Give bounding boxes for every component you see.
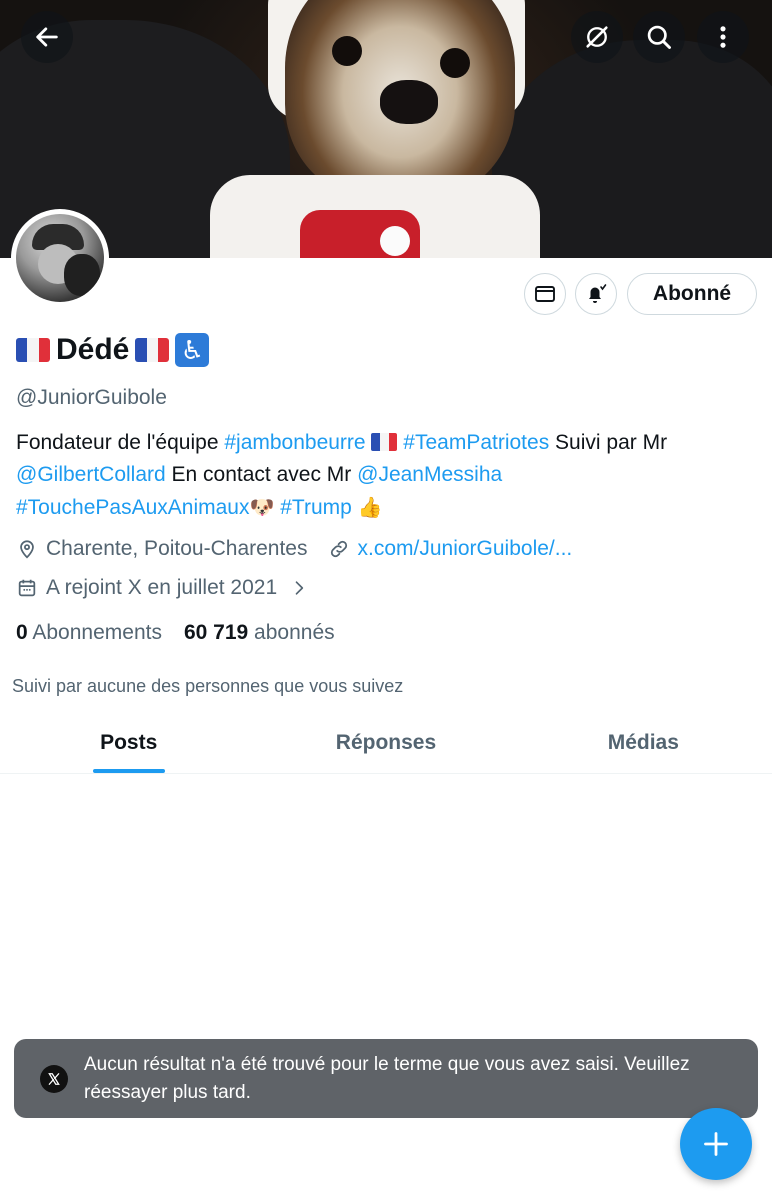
hashtag-link[interactable]: #TeamPatriotes xyxy=(403,431,549,454)
active-tab-indicator xyxy=(92,769,165,773)
profile-bio: Fondateur de l'équipe #jambonbeurre #Tea… xyxy=(16,427,716,524)
tab-media[interactable]: Médias xyxy=(515,718,772,773)
france-flag-icon xyxy=(371,433,398,451)
wheelchair-icon: ♿ xyxy=(175,333,210,367)
avatar-photo xyxy=(16,214,104,302)
mail-icon xyxy=(535,286,555,302)
more-button[interactable] xyxy=(697,11,749,63)
followed-by-text: Suivi par aucune des personnes que vous … xyxy=(12,676,404,696)
thumbs-up-emoji: 👍 xyxy=(357,495,383,519)
tab-replies[interactable]: Réponses xyxy=(257,718,514,773)
followers-count-link[interactable]: 60 719 abonnés xyxy=(184,621,335,645)
profile-meta-location: Charente, Poitou-Charentes x.com/JuniorG… xyxy=(16,537,572,561)
tab-label: Réponses xyxy=(335,731,437,754)
profile-avatar[interactable] xyxy=(11,209,109,307)
avatar-dog xyxy=(64,254,100,296)
bio-text: Fondateur de l'équipe xyxy=(16,431,225,454)
tab-label: Médias xyxy=(607,731,679,754)
followers-count: 60 719 xyxy=(183,621,249,644)
joined-text: A rejoint X en juillet 2021 xyxy=(46,576,278,599)
following-count-link[interactable]: 0 Abonnements xyxy=(16,621,162,645)
calendar-icon xyxy=(18,579,36,597)
dog-emoji: 🐶 xyxy=(249,495,275,519)
banner-dog-eye-right xyxy=(440,48,470,78)
message-button[interactable] xyxy=(524,273,566,315)
bio-text: Suivi par Mr xyxy=(549,431,668,454)
search-button[interactable] xyxy=(633,11,685,63)
location-text: Charente, Poitou-Charentes xyxy=(46,537,308,560)
france-flag-icon xyxy=(135,338,170,362)
hashtag-link[interactable]: #TouchePasAuxAnimaux xyxy=(16,496,249,519)
tab-label: Posts xyxy=(100,731,158,754)
bio-text: En contact avec Mr xyxy=(165,463,358,486)
following-count: 0 xyxy=(16,621,28,644)
x-logo-icon xyxy=(40,1064,68,1093)
following-label: Abonnements xyxy=(32,621,162,644)
mention-link[interactable]: @JeanMessiha xyxy=(357,463,502,486)
mention-link[interactable]: @GilbertCollard xyxy=(16,463,166,486)
location-pin-icon xyxy=(20,540,34,559)
banner-dog-eye-left xyxy=(332,36,362,66)
followers-label: abonnés xyxy=(254,621,335,644)
arrow-left-icon xyxy=(36,27,58,47)
profile-tabs: Posts Réponses Médias xyxy=(0,718,772,774)
more-vertical-icon xyxy=(720,26,726,48)
chevron-right-icon xyxy=(295,581,304,595)
grok-icon xyxy=(586,26,608,48)
back-button[interactable] xyxy=(21,11,73,63)
toast-message: Aucun résultat n'a été trouvé pour le te… xyxy=(84,1053,690,1103)
grok-button[interactable] xyxy=(571,11,623,63)
display-name: Dédé xyxy=(56,333,130,366)
plus-icon xyxy=(704,1132,728,1156)
display-name-row: Dédé ♿ xyxy=(16,330,210,370)
username: @JuniorGuibole xyxy=(16,386,167,409)
following-button[interactable]: Abonné xyxy=(627,273,757,315)
banner-dog-nose xyxy=(380,80,438,124)
hashtag-link[interactable]: #jambonbeurre xyxy=(224,431,365,454)
compose-post-button[interactable] xyxy=(680,1108,752,1180)
joined-date-row[interactable]: A rejoint X en juillet 2021 xyxy=(16,576,309,600)
banner-dog-pompom xyxy=(380,226,410,256)
notifications-button[interactable] xyxy=(575,273,617,315)
bell-notify-icon xyxy=(589,284,607,303)
france-flag-icon xyxy=(16,338,50,362)
link-icon xyxy=(330,540,347,558)
website-link[interactable]: x.com/JuniorGuibole/... xyxy=(358,537,573,561)
hashtag-link[interactable]: #Trump xyxy=(280,496,352,519)
tab-posts[interactable]: Posts xyxy=(0,718,257,773)
follow-counts: 0 Abonnements 60 719 abonnés xyxy=(16,621,335,645)
search-icon xyxy=(647,25,671,49)
error-toast: Aucun résultat n'a été trouvé pour le te… xyxy=(14,1039,758,1118)
